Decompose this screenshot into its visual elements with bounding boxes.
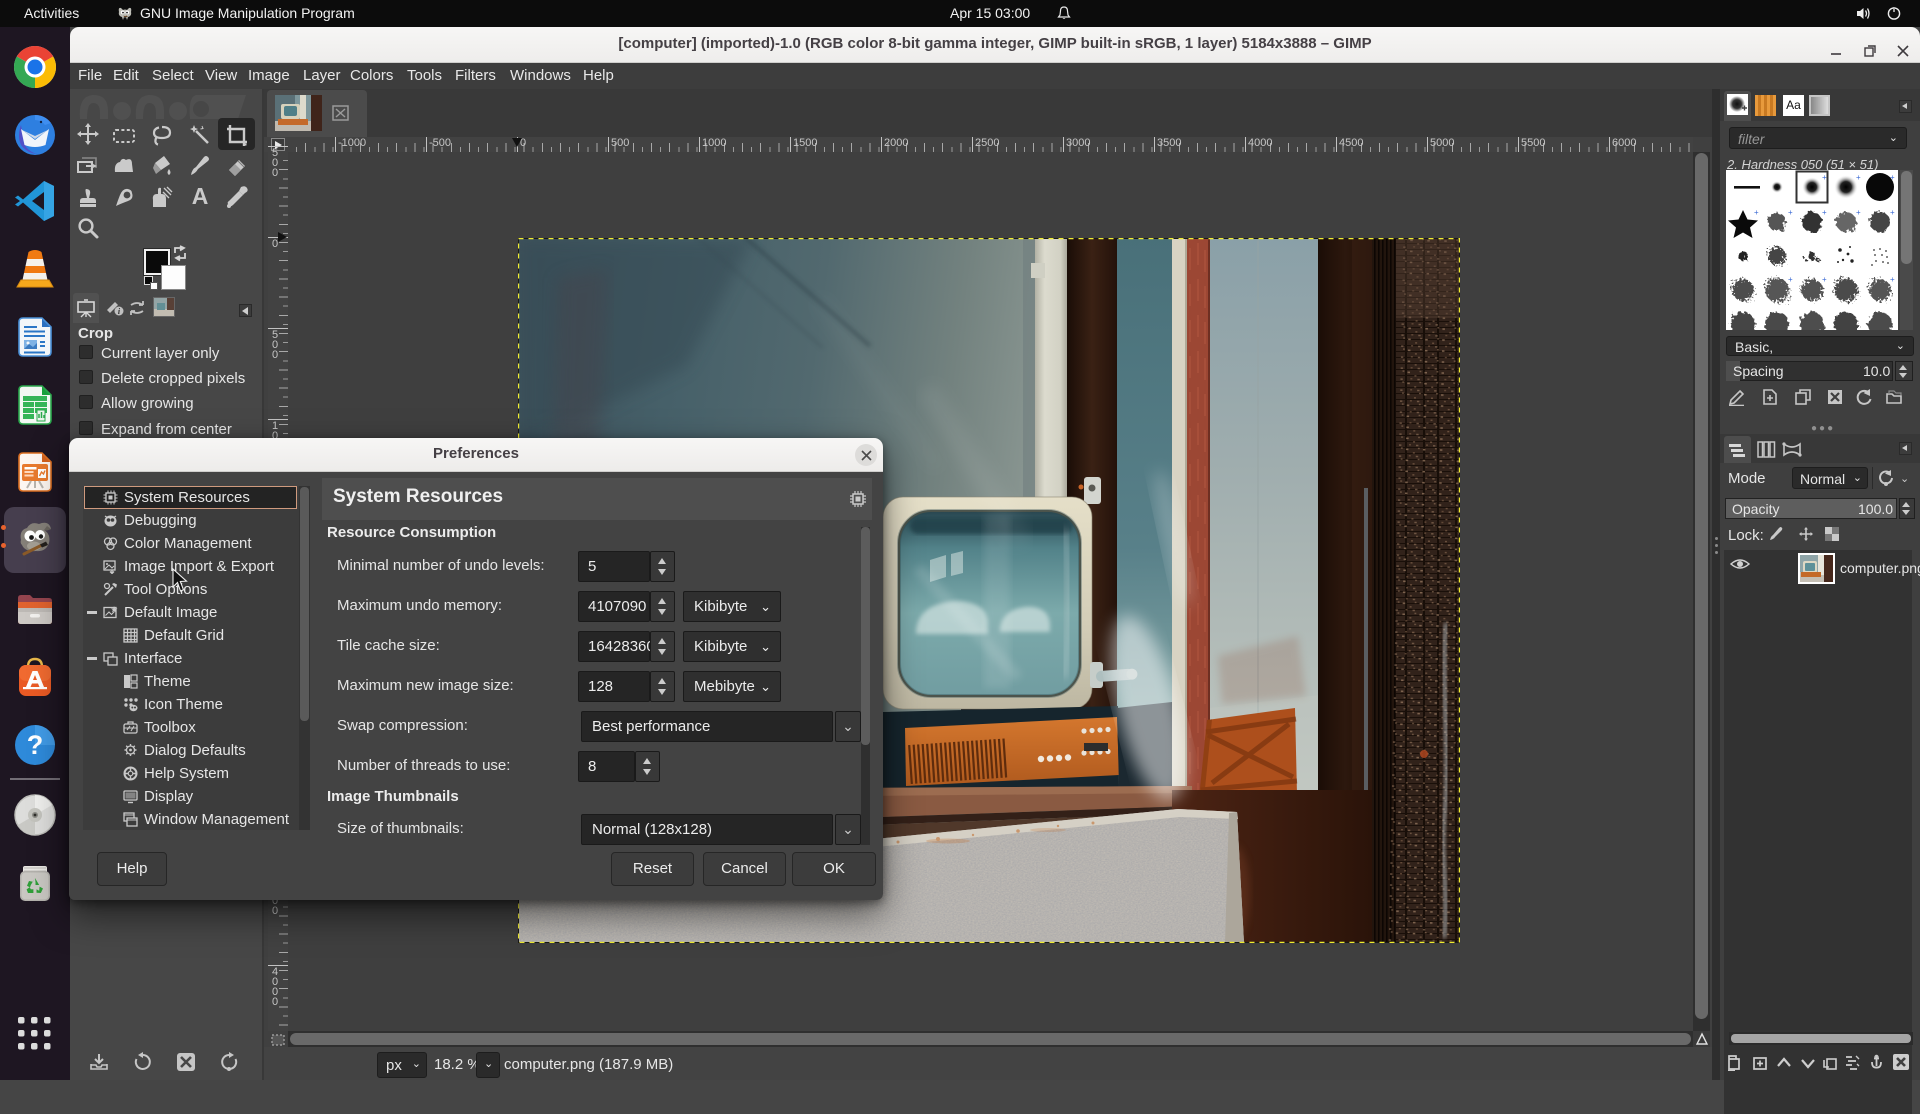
svg-text:+: + — [1822, 173, 1827, 182]
svg-text:+: + — [1822, 208, 1827, 217]
svg-text:+: + — [1890, 173, 1895, 182]
svg-text:?: ? — [27, 730, 44, 760]
svg-text:+: + — [1856, 208, 1861, 217]
svg-text:+: + — [1788, 275, 1793, 284]
svg-text:+: + — [1890, 275, 1895, 284]
svg-text:+: + — [1788, 208, 1793, 217]
svg-text:+: + — [1754, 208, 1759, 217]
svg-text:+: + — [1856, 173, 1861, 182]
svg-text:+: + — [1822, 275, 1827, 284]
svg-text:+: + — [1890, 208, 1895, 217]
